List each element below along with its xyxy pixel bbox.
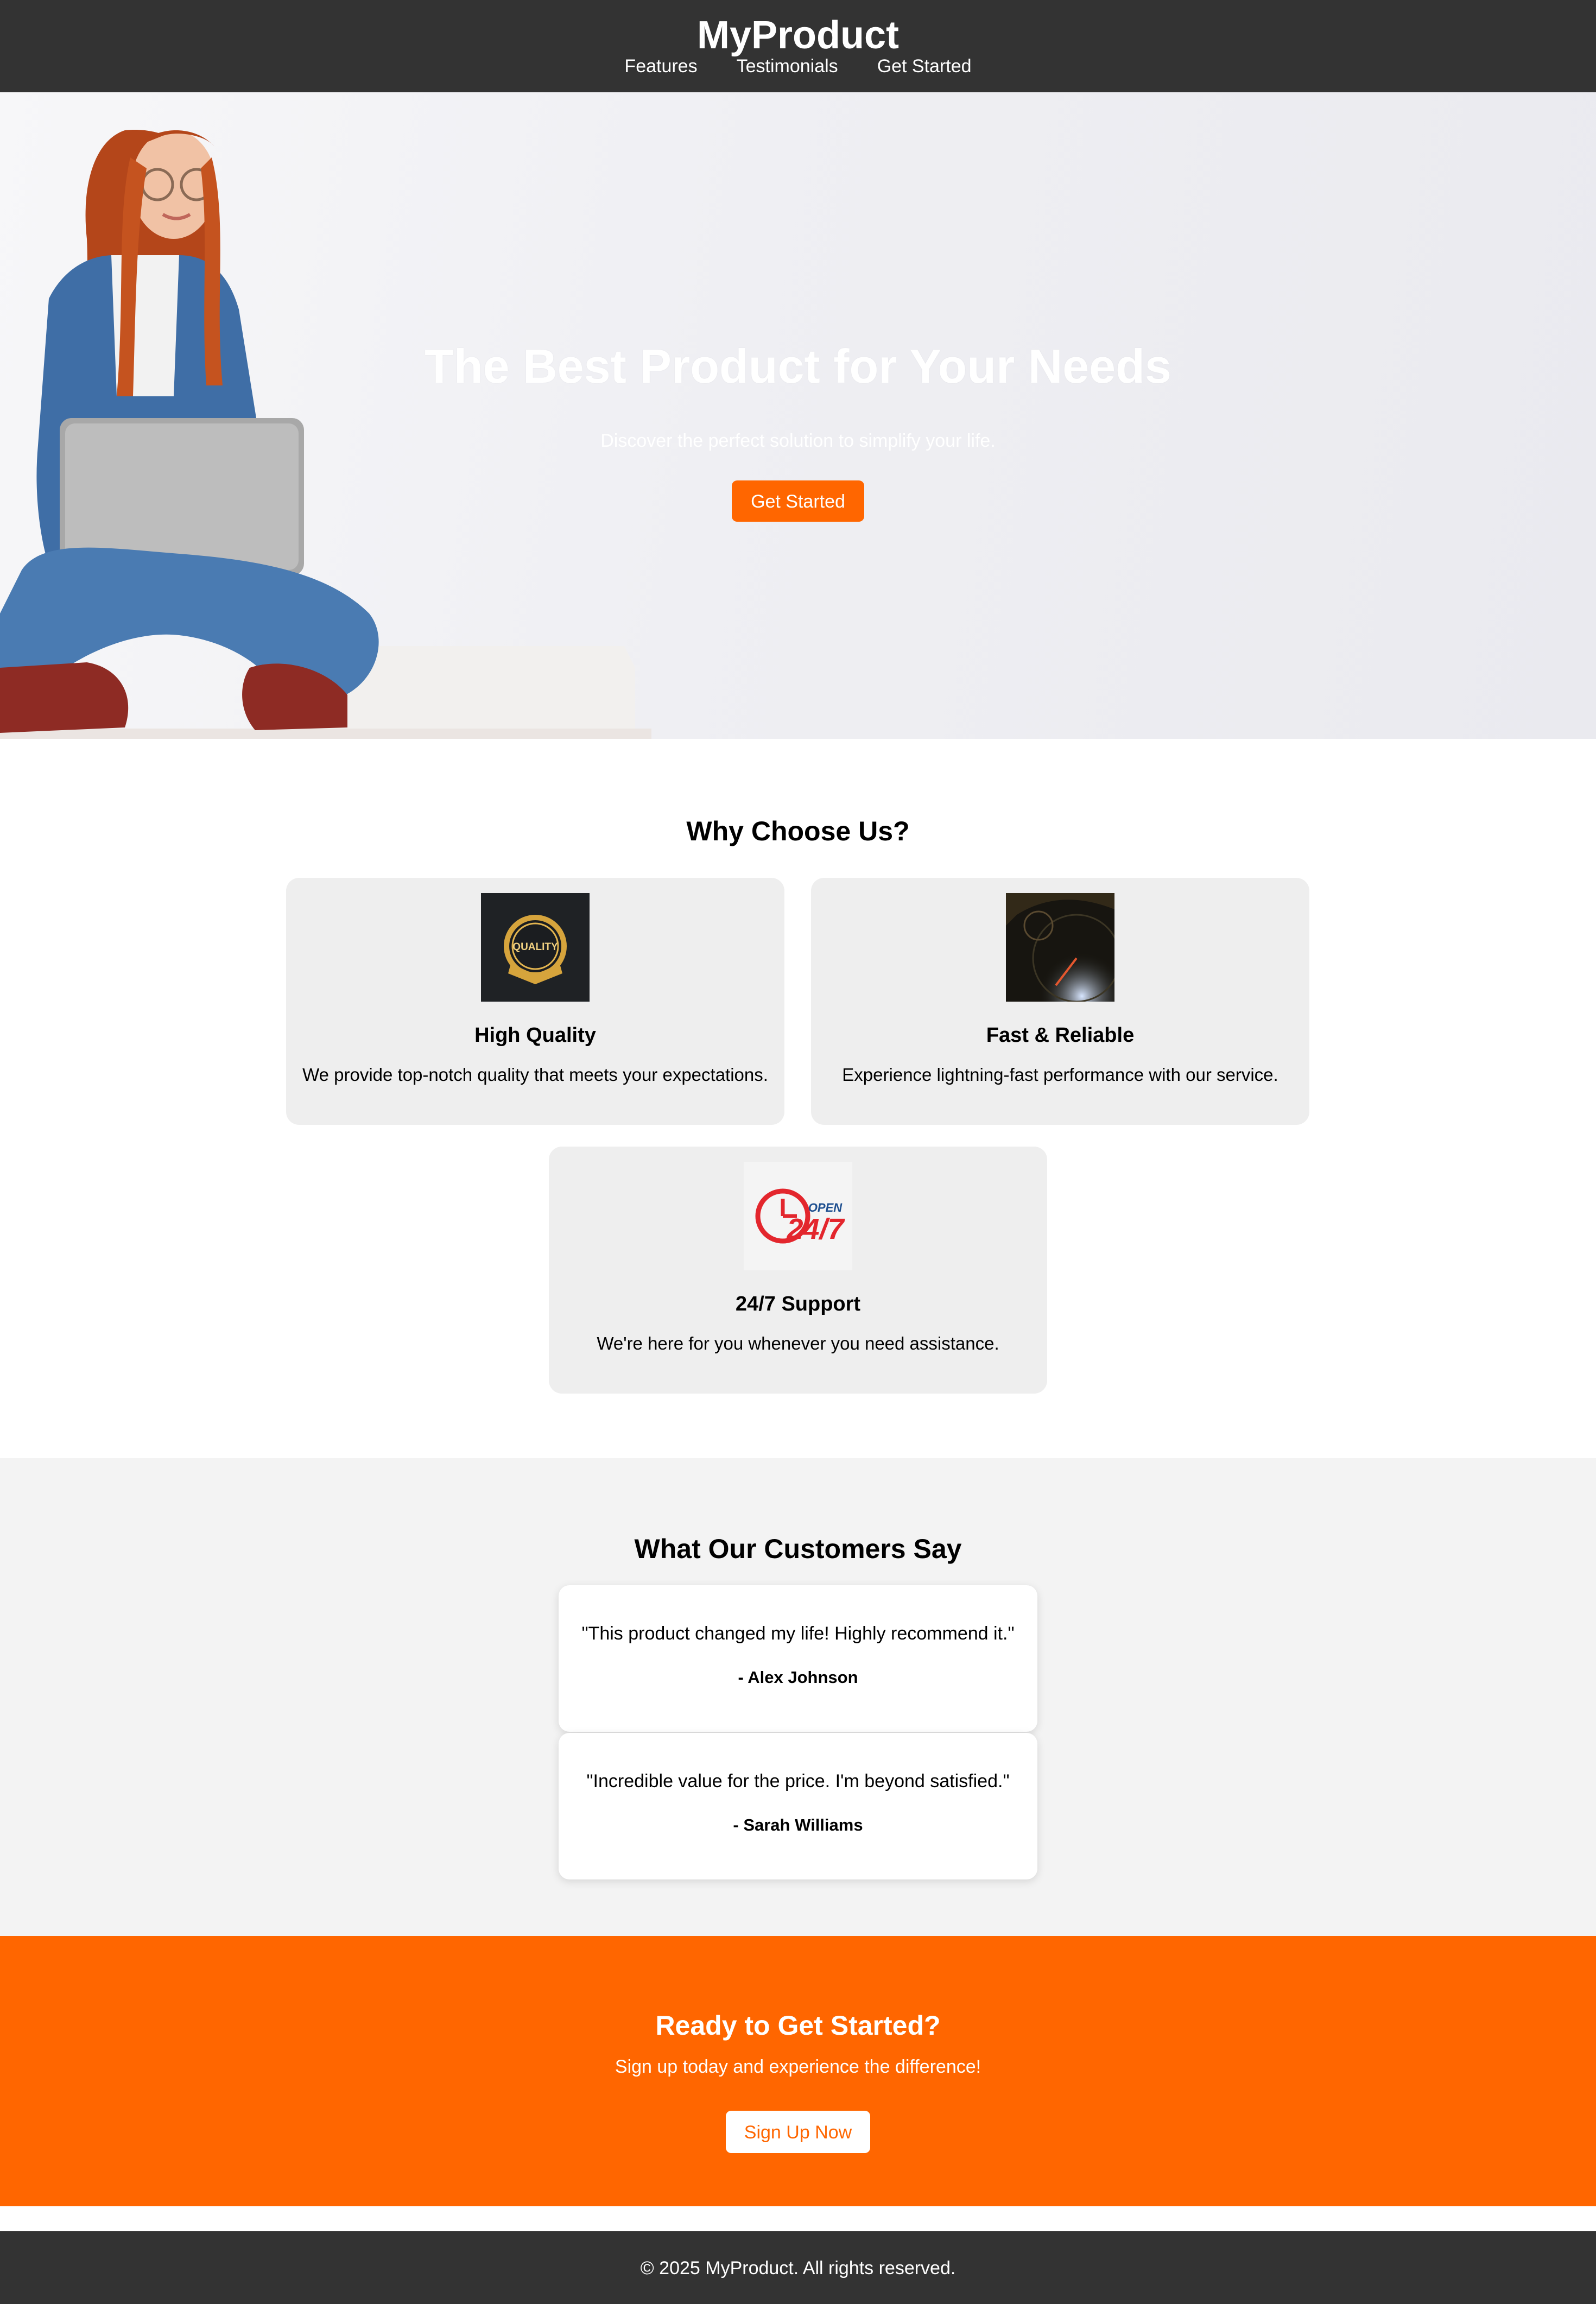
svg-text:24/7: 24/7 [786, 1213, 845, 1245]
nav-link-get-started[interactable]: Get Started [877, 53, 972, 79]
main-nav: Features Testimonials Get Started [0, 53, 1596, 79]
feature-title: Fast & Reliable [986, 1024, 1135, 1047]
testimonial-quote: "Incredible value for the price. I'm bey… [586, 1771, 1010, 1792]
testimonial-author: - Alex Johnson [738, 1668, 858, 1687]
quality-badge-icon: QUALITY [481, 893, 590, 1002]
nav-link-features[interactable]: Features [624, 53, 697, 79]
hero-title: The Best Product for Your Needs [425, 339, 1171, 393]
testimonial-author: - Sarah Williams [733, 1815, 863, 1834]
features-title: Why Choose Us? [686, 816, 910, 846]
svg-text:QUALITY: QUALITY [512, 941, 558, 953]
testimonials-title: What Our Customers Say [634, 1534, 962, 1564]
hero-woman-laptop-image [0, 130, 651, 739]
24-7-open-icon: 24/7 OPEN [744, 1162, 852, 1270]
svg-text:OPEN: OPEN [808, 1201, 843, 1214]
hero-subtitle: Discover the perfect solution to simplif… [600, 431, 996, 451]
testimonials-section: What Our Customers Say "This product cha… [0, 1458, 1596, 1936]
hero-section: The Best Product for Your Needs Discover… [0, 92, 1596, 739]
cta-section: Ready to Get Started? Sign up today and … [0, 1936, 1596, 2206]
hero-get-started-button[interactable]: Get Started [732, 480, 864, 522]
feature-card-fast: Fast & Reliable Experience lightning-fas… [811, 878, 1309, 1125]
feature-description: We provide top-notch quality that meets … [302, 1065, 768, 1085]
nav-link-testimonials[interactable]: Testimonials [737, 53, 838, 79]
testimonial-quote: "This product changed my life! Highly re… [581, 1623, 1015, 1644]
cta-title: Ready to Get Started? [655, 2010, 941, 2041]
site-header: MyProduct Features Testimonials Get Star… [0, 0, 1596, 92]
sign-up-button[interactable]: Sign Up Now [726, 2111, 870, 2153]
feature-title: 24/7 Support [735, 1293, 861, 1315]
copyright-text: © 2025 MyProduct. All rights reserved. [640, 2258, 956, 2278]
feature-card-support: 24/7 OPEN 24/7 Support We're here for yo… [549, 1147, 1047, 1394]
feature-description: We're here for you whenever you need ass… [597, 1333, 999, 1353]
feature-description: Experience lightning-fast performance wi… [842, 1065, 1278, 1085]
cta-text: Sign up today and experience the differe… [615, 2056, 981, 2077]
testimonial-card: "This product changed my life! Highly re… [559, 1585, 1037, 1732]
brand-logo[interactable]: MyProduct [0, 11, 1596, 60]
feature-title: High Quality [474, 1024, 596, 1047]
feature-card-quality: QUALITY High Quality We provide top-notc… [286, 878, 784, 1125]
site-footer: © 2025 MyProduct. All rights reserved. [0, 2231, 1596, 2304]
testimonial-card: "Incredible value for the price. I'm bey… [559, 1733, 1037, 1879]
speedometer-icon [1006, 893, 1114, 1002]
